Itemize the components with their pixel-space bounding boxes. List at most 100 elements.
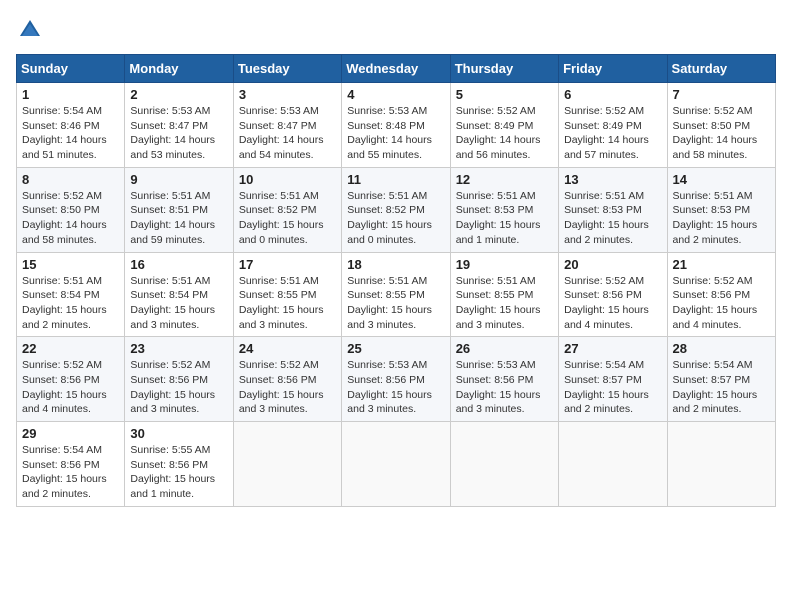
day-number: 13 xyxy=(564,172,661,187)
calendar-cell xyxy=(559,422,667,507)
calendar-cell: 29 Sunrise: 5:54 AM Sunset: 8:56 PM Dayl… xyxy=(17,422,125,507)
sunrise-label: Sunrise: 5:53 AM xyxy=(239,105,319,117)
day-number: 22 xyxy=(22,341,119,356)
day-info: Sunrise: 5:51 AM Sunset: 8:55 PM Dayligh… xyxy=(347,274,444,333)
sunset-label: Sunset: 8:53 PM xyxy=(673,204,751,216)
daylight-label: Daylight: 15 hours and 2 minutes. xyxy=(673,389,758,416)
daylight-label: Daylight: 15 hours and 3 minutes. xyxy=(347,389,432,416)
sunrise-label: Sunrise: 5:52 AM xyxy=(22,190,102,202)
day-info: Sunrise: 5:51 AM Sunset: 8:54 PM Dayligh… xyxy=(130,274,227,333)
day-number: 21 xyxy=(673,257,770,272)
sunrise-label: Sunrise: 5:52 AM xyxy=(456,105,536,117)
day-number: 16 xyxy=(130,257,227,272)
col-header-sunday: Sunday xyxy=(17,55,125,83)
calendar-cell: 6 Sunrise: 5:52 AM Sunset: 8:49 PM Dayli… xyxy=(559,83,667,168)
daylight-label: Daylight: 15 hours and 3 minutes. xyxy=(239,304,324,331)
calendar-cell: 1 Sunrise: 5:54 AM Sunset: 8:46 PM Dayli… xyxy=(17,83,125,168)
sunrise-label: Sunrise: 5:51 AM xyxy=(347,275,427,287)
sunrise-label: Sunrise: 5:52 AM xyxy=(564,105,644,117)
sunset-label: Sunset: 8:50 PM xyxy=(673,120,751,132)
sunrise-label: Sunrise: 5:51 AM xyxy=(456,275,536,287)
daylight-label: Daylight: 15 hours and 2 minutes. xyxy=(673,219,758,246)
calendar-cell xyxy=(450,422,558,507)
week-row-1: 1 Sunrise: 5:54 AM Sunset: 8:46 PM Dayli… xyxy=(17,83,776,168)
sunrise-label: Sunrise: 5:51 AM xyxy=(239,190,319,202)
calendar-cell: 17 Sunrise: 5:51 AM Sunset: 8:55 PM Dayl… xyxy=(233,252,341,337)
day-number: 26 xyxy=(456,341,553,356)
day-number: 28 xyxy=(673,341,770,356)
daylight-label: Daylight: 15 hours and 4 minutes. xyxy=(673,304,758,331)
col-header-monday: Monday xyxy=(125,55,233,83)
sunset-label: Sunset: 8:56 PM xyxy=(347,374,425,386)
sunset-label: Sunset: 8:49 PM xyxy=(564,120,642,132)
sunrise-label: Sunrise: 5:53 AM xyxy=(456,359,536,371)
day-number: 24 xyxy=(239,341,336,356)
daylight-label: Daylight: 15 hours and 2 minutes. xyxy=(564,219,649,246)
sunrise-label: Sunrise: 5:51 AM xyxy=(239,275,319,287)
sunrise-label: Sunrise: 5:51 AM xyxy=(456,190,536,202)
calendar-cell: 13 Sunrise: 5:51 AM Sunset: 8:53 PM Dayl… xyxy=(559,167,667,252)
sunset-label: Sunset: 8:52 PM xyxy=(239,204,317,216)
logo xyxy=(16,16,48,44)
daylight-label: Daylight: 15 hours and 1 minute. xyxy=(456,219,541,246)
day-number: 9 xyxy=(130,172,227,187)
day-info: Sunrise: 5:52 AM Sunset: 8:50 PM Dayligh… xyxy=(673,104,770,163)
day-number: 3 xyxy=(239,87,336,102)
sunrise-label: Sunrise: 5:51 AM xyxy=(22,275,102,287)
calendar-cell: 3 Sunrise: 5:53 AM Sunset: 8:47 PM Dayli… xyxy=(233,83,341,168)
day-info: Sunrise: 5:52 AM Sunset: 8:56 PM Dayligh… xyxy=(239,358,336,417)
daylight-label: Daylight: 15 hours and 3 minutes. xyxy=(456,304,541,331)
daylight-label: Daylight: 15 hours and 2 minutes. xyxy=(564,389,649,416)
sunset-label: Sunset: 8:55 PM xyxy=(456,289,534,301)
day-info: Sunrise: 5:53 AM Sunset: 8:56 PM Dayligh… xyxy=(347,358,444,417)
sunrise-label: Sunrise: 5:52 AM xyxy=(22,359,102,371)
sunset-label: Sunset: 8:50 PM xyxy=(22,204,100,216)
col-header-thursday: Thursday xyxy=(450,55,558,83)
sunset-label: Sunset: 8:54 PM xyxy=(130,289,208,301)
daylight-label: Daylight: 15 hours and 2 minutes. xyxy=(22,304,107,331)
day-info: Sunrise: 5:54 AM Sunset: 8:46 PM Dayligh… xyxy=(22,104,119,163)
day-info: Sunrise: 5:51 AM Sunset: 8:53 PM Dayligh… xyxy=(564,189,661,248)
sunrise-label: Sunrise: 5:53 AM xyxy=(347,105,427,117)
daylight-label: Daylight: 15 hours and 4 minutes. xyxy=(564,304,649,331)
day-info: Sunrise: 5:52 AM Sunset: 8:56 PM Dayligh… xyxy=(564,274,661,333)
calendar-cell: 18 Sunrise: 5:51 AM Sunset: 8:55 PM Dayl… xyxy=(342,252,450,337)
sunset-label: Sunset: 8:56 PM xyxy=(239,374,317,386)
day-info: Sunrise: 5:51 AM Sunset: 8:52 PM Dayligh… xyxy=(239,189,336,248)
calendar-cell xyxy=(667,422,775,507)
sunset-label: Sunset: 8:56 PM xyxy=(673,289,751,301)
daylight-label: Daylight: 14 hours and 51 minutes. xyxy=(22,134,107,161)
day-number: 4 xyxy=(347,87,444,102)
week-row-2: 8 Sunrise: 5:52 AM Sunset: 8:50 PM Dayli… xyxy=(17,167,776,252)
calendar-cell: 15 Sunrise: 5:51 AM Sunset: 8:54 PM Dayl… xyxy=(17,252,125,337)
calendar-cell: 24 Sunrise: 5:52 AM Sunset: 8:56 PM Dayl… xyxy=(233,337,341,422)
calendar-cell xyxy=(233,422,341,507)
day-number: 17 xyxy=(239,257,336,272)
day-info: Sunrise: 5:51 AM Sunset: 8:53 PM Dayligh… xyxy=(673,189,770,248)
day-number: 19 xyxy=(456,257,553,272)
sunset-label: Sunset: 8:56 PM xyxy=(22,459,100,471)
calendar-cell: 26 Sunrise: 5:53 AM Sunset: 8:56 PM Dayl… xyxy=(450,337,558,422)
sunset-label: Sunset: 8:48 PM xyxy=(347,120,425,132)
sunset-label: Sunset: 8:47 PM xyxy=(130,120,208,132)
sunset-label: Sunset: 8:46 PM xyxy=(22,120,100,132)
sunrise-label: Sunrise: 5:51 AM xyxy=(130,190,210,202)
sunrise-label: Sunrise: 5:52 AM xyxy=(564,275,644,287)
day-info: Sunrise: 5:52 AM Sunset: 8:50 PM Dayligh… xyxy=(22,189,119,248)
sunrise-label: Sunrise: 5:54 AM xyxy=(22,444,102,456)
daylight-label: Daylight: 15 hours and 3 minutes. xyxy=(456,389,541,416)
day-info: Sunrise: 5:53 AM Sunset: 8:56 PM Dayligh… xyxy=(456,358,553,417)
header xyxy=(16,16,776,44)
calendar-cell: 9 Sunrise: 5:51 AM Sunset: 8:51 PM Dayli… xyxy=(125,167,233,252)
daylight-label: Daylight: 15 hours and 1 minute. xyxy=(130,473,215,500)
day-info: Sunrise: 5:53 AM Sunset: 8:47 PM Dayligh… xyxy=(130,104,227,163)
week-row-5: 29 Sunrise: 5:54 AM Sunset: 8:56 PM Dayl… xyxy=(17,422,776,507)
calendar-cell: 5 Sunrise: 5:52 AM Sunset: 8:49 PM Dayli… xyxy=(450,83,558,168)
day-info: Sunrise: 5:54 AM Sunset: 8:57 PM Dayligh… xyxy=(673,358,770,417)
daylight-label: Daylight: 14 hours and 54 minutes. xyxy=(239,134,324,161)
sunset-label: Sunset: 8:55 PM xyxy=(239,289,317,301)
week-row-4: 22 Sunrise: 5:52 AM Sunset: 8:56 PM Dayl… xyxy=(17,337,776,422)
day-info: Sunrise: 5:51 AM Sunset: 8:55 PM Dayligh… xyxy=(239,274,336,333)
calendar-cell: 25 Sunrise: 5:53 AM Sunset: 8:56 PM Dayl… xyxy=(342,337,450,422)
daylight-label: Daylight: 14 hours and 57 minutes. xyxy=(564,134,649,161)
